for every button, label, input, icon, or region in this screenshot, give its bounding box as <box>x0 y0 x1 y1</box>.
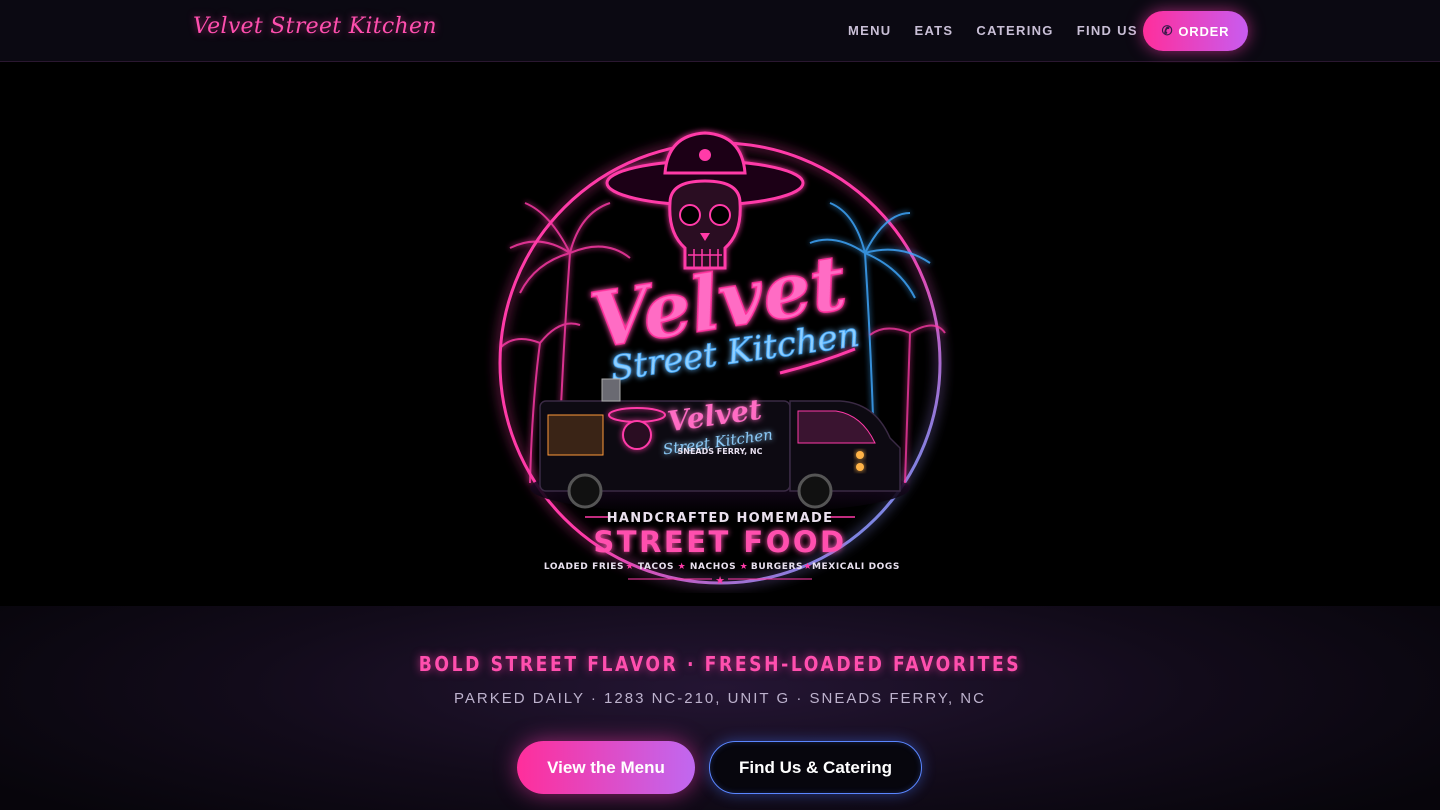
hero-address: PARKED DAILY · 1283 NC-210, UNIT G · SNE… <box>454 690 986 707</box>
logo-item-burgers: BURGERS <box>751 562 803 572</box>
view-menu-button[interactable]: View the Menu <box>517 741 695 794</box>
nav-link-eats[interactable]: EATS <box>914 22 953 40</box>
phone-icon: ✆ <box>1161 23 1174 38</box>
logo-kicker: HANDCRAFTED HOMEMADE <box>607 511 834 526</box>
logo-artwork: Velvet Street Kitchen Velvet Street Kitc… <box>498 131 946 587</box>
main-nav: MENU EATS CATERING FIND US <box>848 22 1161 40</box>
order-button[interactable]: ✆ ORDER <box>1143 11 1248 51</box>
find-us-catering-button[interactable]: Find Us & Catering <box>709 741 922 794</box>
food-truck-icon: Velvet Street Kitchen SNEADS FERRY, NC <box>539 378 901 509</box>
brand-logo-text[interactable]: Velvet Street Kitchen <box>193 14 437 39</box>
hero-tagline: BOLD STREET FLAVOR · FRESH-LOADED FAVORI… <box>418 652 1022 676</box>
logo-menu-items: LOADED FRIES ★ TACOS ★ NACHOS ★ BURGERS … <box>544 562 900 572</box>
site-header: Velvet Street Kitchen MENU EATS CATERING… <box>0 0 1440 62</box>
logo-item-loaded-fries: LOADED FRIES <box>544 562 624 572</box>
logo-item-mexicali-dogs: MEXICALI DOGS <box>812 562 900 572</box>
nav-link-catering[interactable]: CATERING <box>976 22 1053 40</box>
star-icon: ★ <box>715 574 725 587</box>
nav-link-find-us[interactable]: FIND US <box>1077 22 1138 40</box>
hero-logo-image: Velvet Street Kitchen Velvet Street Kitc… <box>480 63 960 593</box>
star-icon: ★ <box>626 562 635 572</box>
logo-headline: STREET FOOD <box>593 525 846 559</box>
logo-item-tacos: TACOS <box>638 562 674 572</box>
nav-link-menu[interactable]: MENU <box>848 22 891 40</box>
order-button-label: ORDER <box>1178 23 1230 39</box>
logo-item-nachos: NACHOS <box>690 562 736 572</box>
star-icon: ★ <box>740 562 749 572</box>
truck-location: SNEADS FERRY, NC <box>678 447 763 456</box>
star-icon: ★ <box>678 562 687 572</box>
